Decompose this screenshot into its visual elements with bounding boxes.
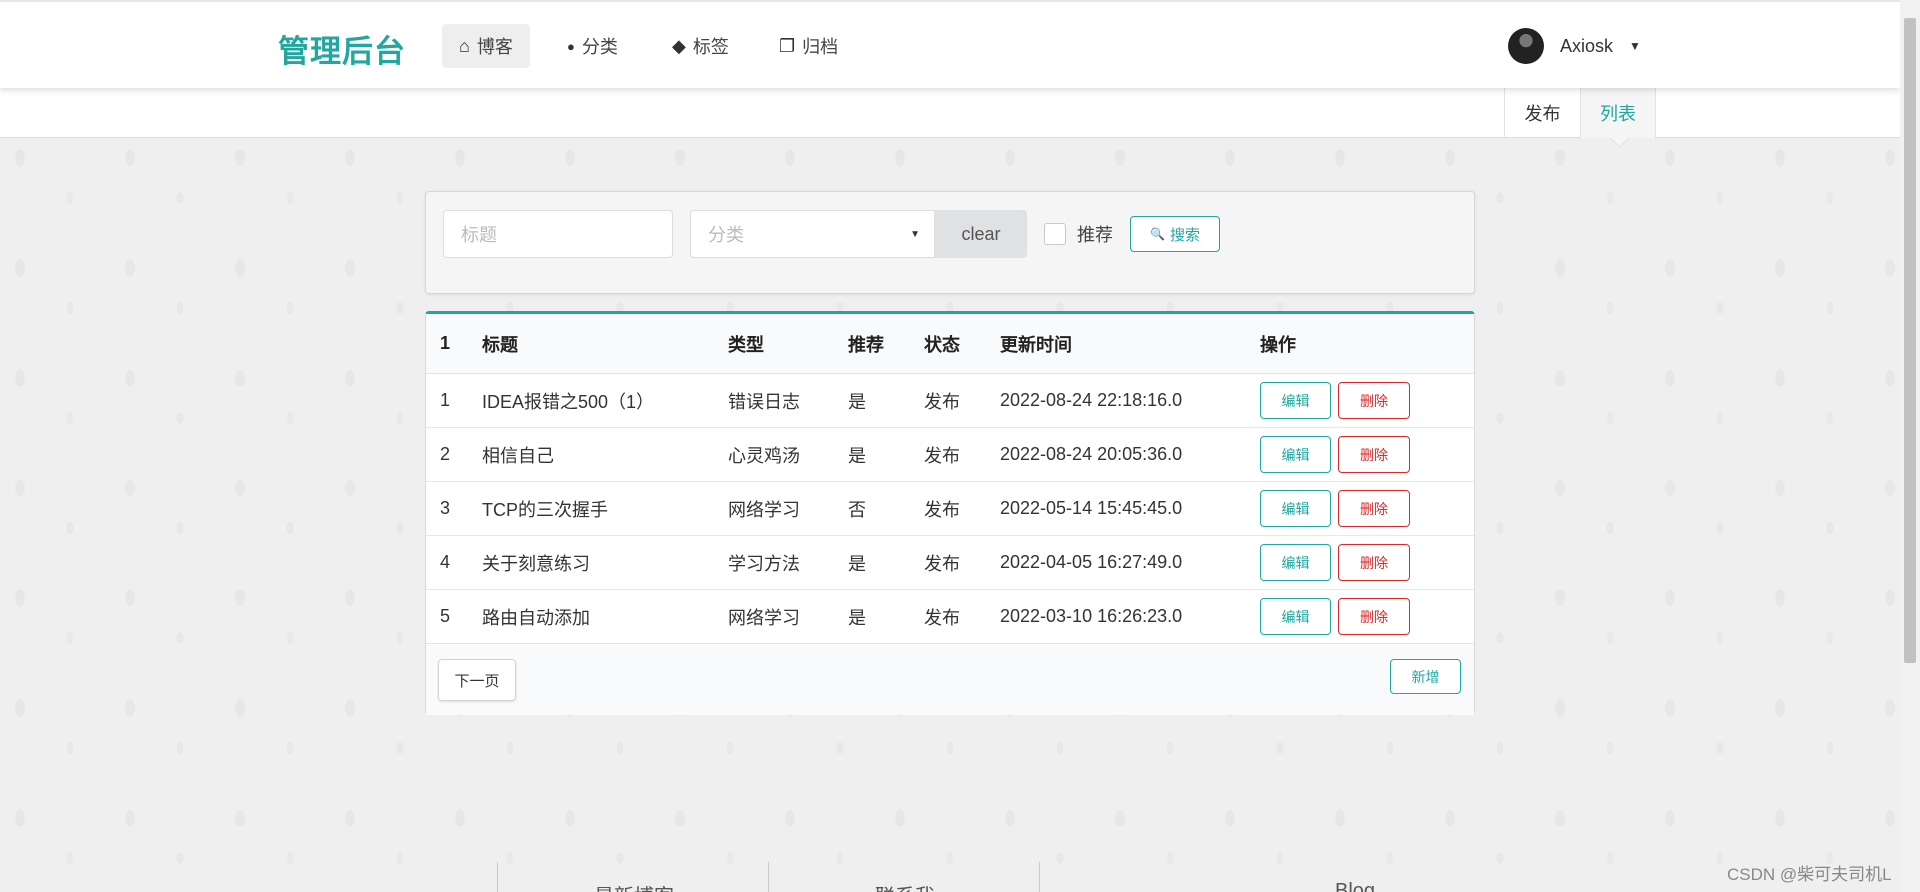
search-button[interactable]: 🔍 搜索 — [1130, 216, 1220, 252]
row-status: 发布 — [924, 445, 960, 466]
nav-item-blog[interactable]: ⌂ 博客 — [442, 24, 530, 68]
row-title: TCP的三次握手 — [482, 499, 608, 520]
row-index: 2 — [440, 444, 451, 464]
recommend-label: 推荐 — [1077, 225, 1113, 245]
nav-item-label: 博客 — [476, 37, 513, 57]
caret-down-icon: ▼ — [1629, 39, 1641, 53]
row-index: 5 — [440, 606, 451, 626]
lightbulb-icon: ● — [567, 38, 575, 54]
blog-table: 1 标题 类型 推荐 状态 更新时间 操作 1 IDEA报错之500（1） 错误… — [425, 311, 1475, 715]
tags-icon: ◆ — [672, 35, 686, 56]
row-updated: 2022-08-24 22:18:16.0 — [1000, 390, 1183, 410]
table-row: 4 关于刻意练习 学习方法 是 发布 2022-04-05 16:27:49.0… — [426, 536, 1474, 590]
home-icon: ⌂ — [459, 35, 470, 56]
scrollbar-thumb[interactable] — [1904, 18, 1916, 663]
row-recommend: 是 — [848, 391, 866, 412]
watermark: CSDN @柴可夫司机L — [1727, 865, 1892, 884]
next-page-button[interactable]: 下一页 — [438, 659, 516, 701]
row-title: IDEA报错之500（1） — [482, 391, 655, 412]
row-status: 发布 — [924, 391, 960, 412]
row-type: 网络学习 — [728, 607, 800, 628]
footer-blog-section: Blog — [1039, 862, 1375, 892]
header-index: 1 — [440, 333, 451, 353]
nav-item-label: 分类 — [581, 37, 618, 57]
nav-item-label: 归档 — [802, 37, 839, 57]
table-footer: 下一页 新增 — [426, 645, 1474, 715]
row-type: 错误日志 — [728, 391, 800, 412]
category-select[interactable]: 分类 ▼ — [690, 210, 935, 258]
nav-item-label: 标签 — [692, 37, 729, 57]
row-type: 学习方法 — [728, 553, 800, 574]
nav-item-tags[interactable]: ◆ 标签 — [655, 24, 746, 68]
row-title: 关于刻意练习 — [482, 553, 590, 574]
recommend-checkbox[interactable] — [1044, 223, 1066, 245]
row-updated: 2022-04-05 16:27:49.0 — [1000, 552, 1183, 572]
footer-contact-title: 联系我 — [875, 880, 935, 892]
search-button-label: 搜索 — [1169, 226, 1200, 244]
row-index: 1 — [440, 390, 451, 410]
brand-title[interactable]: 管理后台 — [278, 26, 406, 71]
header-title: 标题 — [482, 334, 518, 355]
search-panel: 标题 分类 ▼ clear 推荐 🔍 搜索 — [425, 191, 1475, 294]
row-updated: 2022-05-14 15:45:45.0 — [1000, 498, 1183, 518]
delete-button[interactable]: 删除 — [1338, 490, 1410, 527]
search-icon: 🔍 — [1150, 227, 1165, 241]
header-status: 状态 — [924, 334, 960, 355]
header-recommend: 推荐 — [848, 334, 884, 355]
dropdown-caret-icon: ▼ — [910, 228, 920, 240]
delete-button[interactable]: 删除 — [1338, 382, 1410, 419]
add-button[interactable]: 新增 — [1390, 659, 1461, 694]
edit-button[interactable]: 编辑 — [1260, 598, 1331, 635]
header-type: 类型 — [728, 334, 764, 355]
edit-button[interactable]: 编辑 — [1260, 382, 1331, 419]
row-index: 3 — [440, 498, 451, 518]
category-placeholder: 分类 — [708, 225, 744, 245]
nav-item-archive[interactable]: ❐ 归档 — [762, 24, 855, 68]
row-type: 网络学习 — [728, 499, 800, 520]
row-recommend: 是 — [848, 607, 866, 628]
row-index: 4 — [440, 552, 451, 572]
table-row: 3 TCP的三次握手 网络学习 否 发布 2022-05-14 15:45:45… — [426, 482, 1474, 536]
footer-contact-section: 联系我 — [768, 862, 1038, 892]
footer-blog-title: Blog — [1335, 880, 1376, 892]
delete-button[interactable]: 删除 — [1338, 598, 1410, 635]
header-updated: 更新时间 — [1000, 334, 1072, 355]
footer-latest-title: 最新博客 — [594, 880, 674, 892]
edit-button[interactable]: 编辑 — [1260, 436, 1331, 473]
delete-button[interactable]: 删除 — [1338, 544, 1410, 581]
row-status: 发布 — [924, 499, 960, 520]
table-row: 1 IDEA报错之500（1） 错误日志 是 发布 2022-08-24 22:… — [426, 374, 1474, 428]
row-recommend: 否 — [848, 499, 866, 520]
top-navbar: 管理后台 ⌂ 博客 ● 分类 ◆ 标签 ❐ 归档 Axiosk ▼ — [0, 0, 1900, 88]
row-title: 相信自己 — [482, 445, 554, 466]
table-row: 5 路由自动添加 网络学习 是 发布 2022-03-10 16:26:23.0… — [426, 590, 1474, 644]
table-header: 1 标题 类型 推荐 状态 更新时间 操作 — [426, 314, 1474, 374]
row-updated: 2022-08-24 20:05:36.0 — [1000, 444, 1183, 464]
table-row: 2 相信自己 心灵鸡汤 是 发布 2022-08-24 20:05:36.0 编… — [426, 428, 1474, 482]
header-actions: 操作 — [1260, 334, 1296, 355]
user-name: Axiosk — [1560, 35, 1614, 56]
tab-publish[interactable]: 发布 — [1504, 88, 1580, 138]
row-type: 心灵鸡汤 — [728, 445, 800, 466]
delete-button[interactable]: 删除 — [1338, 436, 1410, 473]
user-menu[interactable]: Axiosk ▼ — [1508, 28, 1641, 64]
clone-icon: ❐ — [779, 35, 796, 56]
row-title: 路由自动添加 — [482, 607, 590, 628]
row-recommend: 是 — [848, 553, 866, 574]
title-input[interactable]: 标题 — [443, 210, 673, 258]
row-status: 发布 — [924, 607, 960, 628]
edit-button[interactable]: 编辑 — [1260, 544, 1331, 581]
clear-button[interactable]: clear — [935, 210, 1027, 258]
edit-button[interactable]: 编辑 — [1260, 490, 1331, 527]
row-updated: 2022-03-10 16:26:23.0 — [1000, 606, 1183, 626]
footer-latest-section: 最新博客 — [497, 862, 767, 892]
row-recommend: 是 — [848, 445, 866, 466]
avatar — [1508, 28, 1544, 64]
sub-navbar: 发布 列表 — [0, 88, 1900, 138]
nav-item-category[interactable]: ● 分类 — [550, 24, 635, 68]
tab-list[interactable]: 列表 — [1580, 88, 1656, 138]
row-status: 发布 — [924, 553, 960, 574]
